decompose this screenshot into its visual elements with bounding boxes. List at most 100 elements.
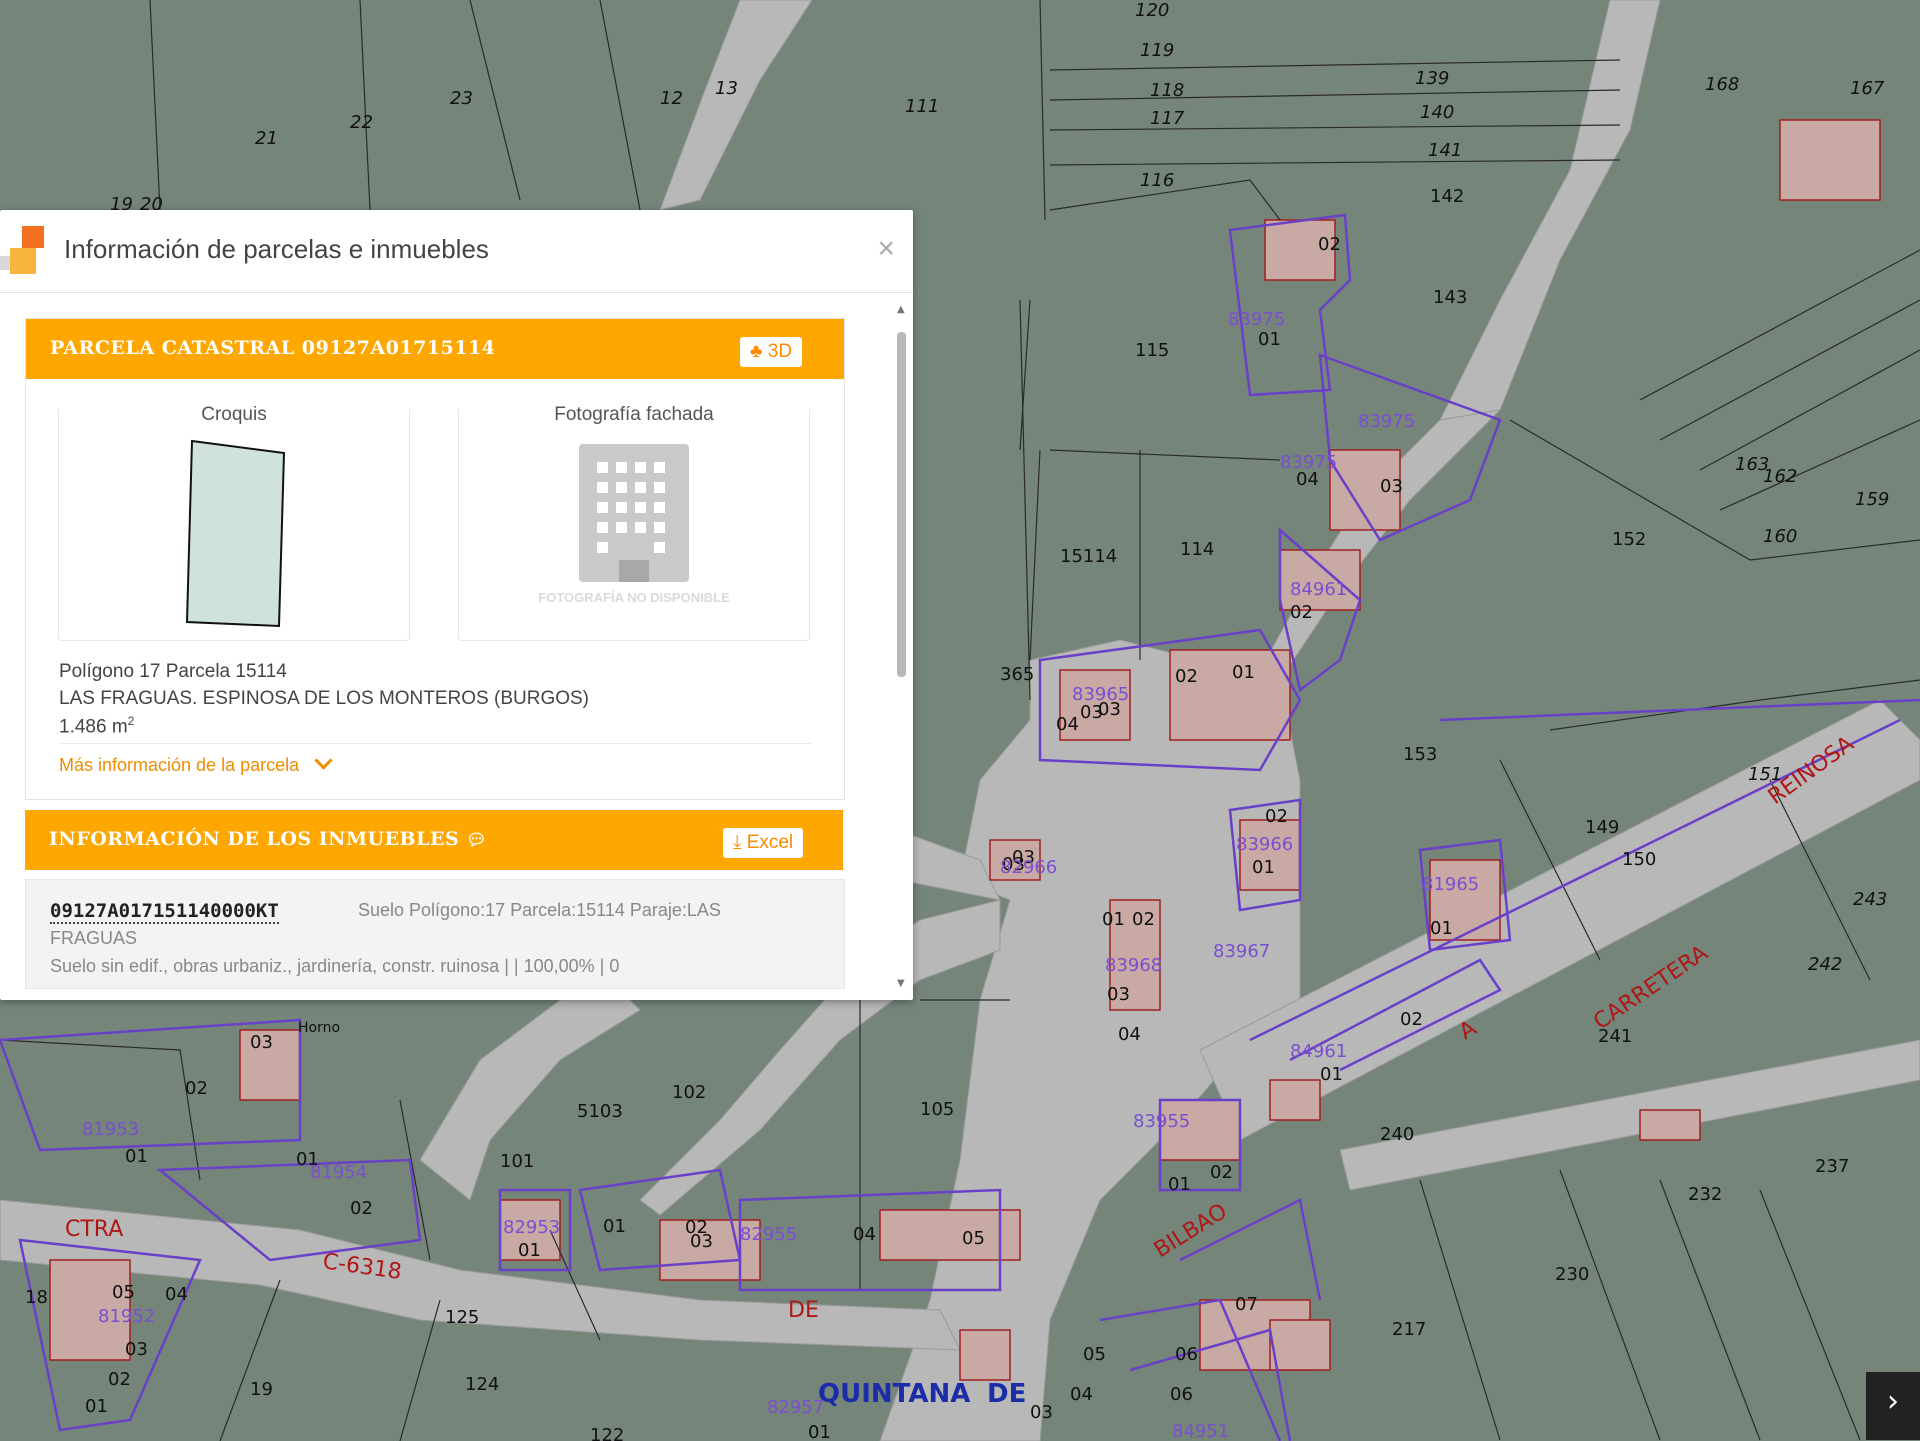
svg-text:81953: 81953 <box>82 1119 139 1140</box>
svg-text:83967: 83967 <box>1213 941 1270 962</box>
svg-text:07: 07 <box>1235 1294 1258 1315</box>
svg-text:240: 240 <box>1380 1124 1414 1145</box>
parcela-area-value: 1.486 m <box>59 716 128 738</box>
svg-text:19: 19 <box>250 1379 273 1400</box>
svg-text:02: 02 <box>1210 1162 1233 1183</box>
svg-text:02: 02 <box>108 1369 131 1390</box>
svg-text:02: 02 <box>685 1217 708 1238</box>
comment-icon: 💬︎ <box>466 830 488 849</box>
svg-text:13: 13 <box>715 78 738 99</box>
svg-text:82953: 82953 <box>503 1217 560 1238</box>
svg-text:02: 02 <box>1400 1009 1423 1030</box>
svg-text:06: 06 <box>1175 1344 1198 1365</box>
svg-text:101: 101 <box>500 1151 534 1172</box>
close-icon[interactable]: × <box>877 232 895 266</box>
svg-text:230: 230 <box>1555 1264 1589 1285</box>
parcel-info-panel: Información de parcelas e inmuebles × PA… <box>0 210 913 1000</box>
inmuebles-title: INFORMACIÓN DE LOS INMUEBLES 💬︎ <box>49 828 488 850</box>
svg-text:22: 22 <box>350 112 373 133</box>
svg-text:115: 115 <box>1135 340 1169 361</box>
parcela-area-unit: 2 <box>127 714 135 728</box>
panel-scroll-area[interactable]: PARCELA CATASTRAL 09127A01715114 ♣︎ 3D C… <box>0 292 913 1000</box>
svg-text:15114: 15114 <box>1060 546 1117 567</box>
panel-header: Información de parcelas e inmuebles × <box>0 210 913 293</box>
more-info-link[interactable]: Más información de la parcela <box>59 751 333 776</box>
svg-text:122: 122 <box>590 1425 624 1441</box>
svg-text:150: 150 <box>1622 849 1656 870</box>
building-placeholder-icon <box>579 444 689 582</box>
chevron-right-icon[interactable]: › <box>1866 1372 1920 1440</box>
svg-text:139: 139 <box>1415 68 1449 89</box>
svg-text:QUINTANA: QUINTANA <box>818 1379 970 1409</box>
catastro-logo-icon <box>0 226 48 278</box>
svg-text:04: 04 <box>1118 1024 1141 1045</box>
svg-text:DE: DE <box>987 1379 1026 1409</box>
scroll-down-icon[interactable]: ▼ <box>897 978 905 989</box>
svg-text:111: 111 <box>905 96 939 117</box>
3d-button[interactable]: ♣︎ 3D <box>740 337 803 367</box>
scroll-up-icon[interactable]: ▲ <box>897 304 905 315</box>
parcela-header: PARCELA CATASTRAL 09127A01715114 ♣︎ 3D <box>26 319 844 379</box>
svg-text:149: 149 <box>1585 817 1619 838</box>
parcela-location: LAS FRAGUAS. ESPINOSA DE LOS MONTEROS (B… <box>59 688 589 709</box>
svg-text:01: 01 <box>1102 909 1125 930</box>
inmueble-ref-link[interactable]: 09127A017151140000KT <box>50 900 279 924</box>
scrollbar-thumb[interactable] <box>897 332 906 677</box>
svg-text:02: 02 <box>1290 602 1313 623</box>
svg-text:03: 03 <box>1030 1402 1053 1423</box>
svg-text:DE: DE <box>788 1298 819 1323</box>
svg-text:105: 105 <box>920 1099 954 1120</box>
3d-button-label: 3D <box>767 341 793 362</box>
table-row: 09127A017151140000KT Suelo Polígono:17 P… <box>25 879 845 989</box>
more-info-label: Más información de la parcela <box>59 755 300 775</box>
svg-text:01: 01 <box>1232 662 1255 683</box>
svg-text:167: 167 <box>1850 78 1885 99</box>
svg-text:83955: 83955 <box>1133 1111 1190 1132</box>
svg-text:82957: 82957 <box>767 1397 824 1418</box>
svg-text:05: 05 <box>962 1228 985 1249</box>
fachada-photo-box[interactable]: Fotografía fachada FOTOGRAFÍA NO DISPONI… <box>458 404 810 641</box>
svg-text:18: 18 <box>25 1287 48 1308</box>
svg-text:02: 02 <box>1175 666 1198 687</box>
svg-text:118: 118 <box>1150 80 1184 101</box>
download-icon: ⤓ <box>733 832 742 853</box>
parcela-card: PARCELA CATASTRAL 09127A01715114 ♣︎ 3D C… <box>25 318 845 800</box>
svg-text:04: 04 <box>1070 1384 1093 1405</box>
inmuebles-header: INFORMACIÓN DE LOS INMUEBLES 💬︎ ⤓ Excel <box>25 810 843 870</box>
parcela-title: PARCELA CATASTRAL 09127A01715114 <box>50 337 496 359</box>
svg-text:01: 01 <box>518 1240 541 1261</box>
svg-text:84951: 84951 <box>1172 1421 1229 1441</box>
svg-text:81952: 81952 <box>98 1306 155 1327</box>
excel-button-label: Excel <box>746 832 794 853</box>
svg-text:81965: 81965 <box>1422 874 1479 895</box>
svg-text:03: 03 <box>1107 984 1130 1005</box>
svg-text:05: 05 <box>112 1282 135 1303</box>
svg-text:237: 237 <box>1815 1156 1849 1177</box>
parcela-area: 1.486 m2 <box>59 714 134 738</box>
svg-text:02: 02 <box>1318 234 1341 255</box>
fachada-label: Fotografía fachada <box>459 404 809 426</box>
croquis-box[interactable]: Croquis <box>58 404 410 641</box>
excel-button[interactable]: ⤓ Excel <box>723 828 804 858</box>
svg-text:83966: 83966 <box>1236 834 1293 855</box>
inmueble-use: Suelo sin edif., obras urbaniz., jardine… <box>50 956 620 976</box>
svg-text:5103: 5103 <box>577 1101 623 1122</box>
fachada-placeholder-text: FOTOGRAFÍA NO DISPONIBLE <box>538 590 730 605</box>
svg-text:03: 03 <box>1380 476 1403 497</box>
svg-text:02: 02 <box>350 1198 373 1219</box>
svg-text:140: 140 <box>1420 102 1454 123</box>
svg-text:04: 04 <box>165 1284 188 1305</box>
svg-text:117: 117 <box>1150 108 1185 129</box>
svg-text:217: 217 <box>1392 1319 1426 1340</box>
svg-text:83975: 83975 <box>1228 309 1285 330</box>
chevron-down-icon <box>314 751 333 770</box>
parcel-sketch <box>185 439 286 628</box>
svg-text:21: 21 <box>255 128 278 149</box>
svg-text:01: 01 <box>808 1422 831 1441</box>
svg-text:84961: 84961 <box>1290 1041 1347 1062</box>
svg-text:03: 03 <box>125 1339 148 1360</box>
svg-text:232: 232 <box>1688 1184 1722 1205</box>
scrollbar[interactable]: ▲ ▼ <box>895 292 909 1000</box>
svg-text:12: 12 <box>660 88 683 109</box>
svg-text:142: 142 <box>1430 186 1464 207</box>
